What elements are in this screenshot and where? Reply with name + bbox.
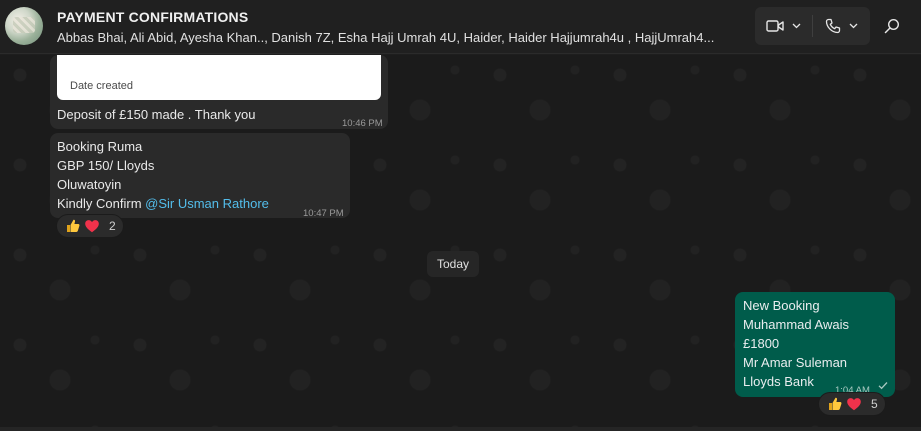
composer-edge [0,427,921,431]
date-separator: Today [427,251,479,277]
message-line: Oluwatoyin [57,177,122,192]
image-caption: Date created [70,80,133,92]
message-bubble-booking-ruma[interactable]: Booking Ruma GBP 150/ Lloyds Oluwatoyin … [50,133,350,219]
chevron-down-icon [849,23,858,29]
message-line: Booking Ruma [57,139,143,154]
user-mention-link[interactable]: @Sir Usman Rathore [145,196,269,211]
message-bubble-deposit[interactable]: Date created Deposit of £150 made . Than… [50,55,388,129]
message-line-text: Kindly Confirm [57,196,146,211]
message-line: Kindly Confirm @Sir Usman Rathore [57,194,269,213]
group-members-list[interactable]: Abbas Bhai, Ali Abid, Ayesha Khan.., Dan… [57,30,747,45]
sent-check-icon [878,382,888,390]
search-icon [884,18,900,34]
message-line: Mr Amar Suleman [743,355,848,370]
group-avatar[interactable] [5,7,43,45]
message-bubble-new-booking[interactable]: New Booking Muhammad Awais £1800 Mr Amar… [735,292,895,397]
message-line: £1800 [743,336,780,351]
reaction-count: 2 [109,219,116,233]
chat-title[interactable]: PAYMENT CONFIRMATIONS [57,9,248,25]
chat-header: PAYMENT CONFIRMATIONS Abbas Bhai, Ali Ab… [0,0,921,54]
thumbs-up-icon [827,396,843,412]
message-list[interactable]: Date created Deposit of £150 made . Than… [0,55,921,431]
phone-icon [825,18,841,34]
chevron-down-icon [792,23,801,29]
message-line: Lloyds Bank [743,374,814,389]
red-heart-icon [846,396,862,412]
message-timestamp: 10:47 PM [303,208,344,219]
search-button[interactable] [874,12,910,40]
video-call-button[interactable] [755,7,812,45]
thumbs-up-icon [65,218,81,234]
message-reactions[interactable]: 5 [818,392,886,416]
voice-call-button[interactable] [813,7,870,45]
red-heart-icon [84,218,100,234]
call-buttons-group [755,7,870,45]
message-text: Deposit of £150 made . Thank you [57,107,256,122]
message-line: GBP 150/ Lloyds [57,158,155,173]
message-line: Muhammad Awais [743,317,849,332]
video-camera-icon [766,20,784,32]
reaction-count: 5 [871,397,878,411]
message-line: New Booking [743,298,820,313]
message-timestamp: 10:46 PM [342,118,383,129]
message-reactions[interactable]: 2 [56,214,124,238]
attached-image-preview[interactable]: Date created [57,55,381,100]
